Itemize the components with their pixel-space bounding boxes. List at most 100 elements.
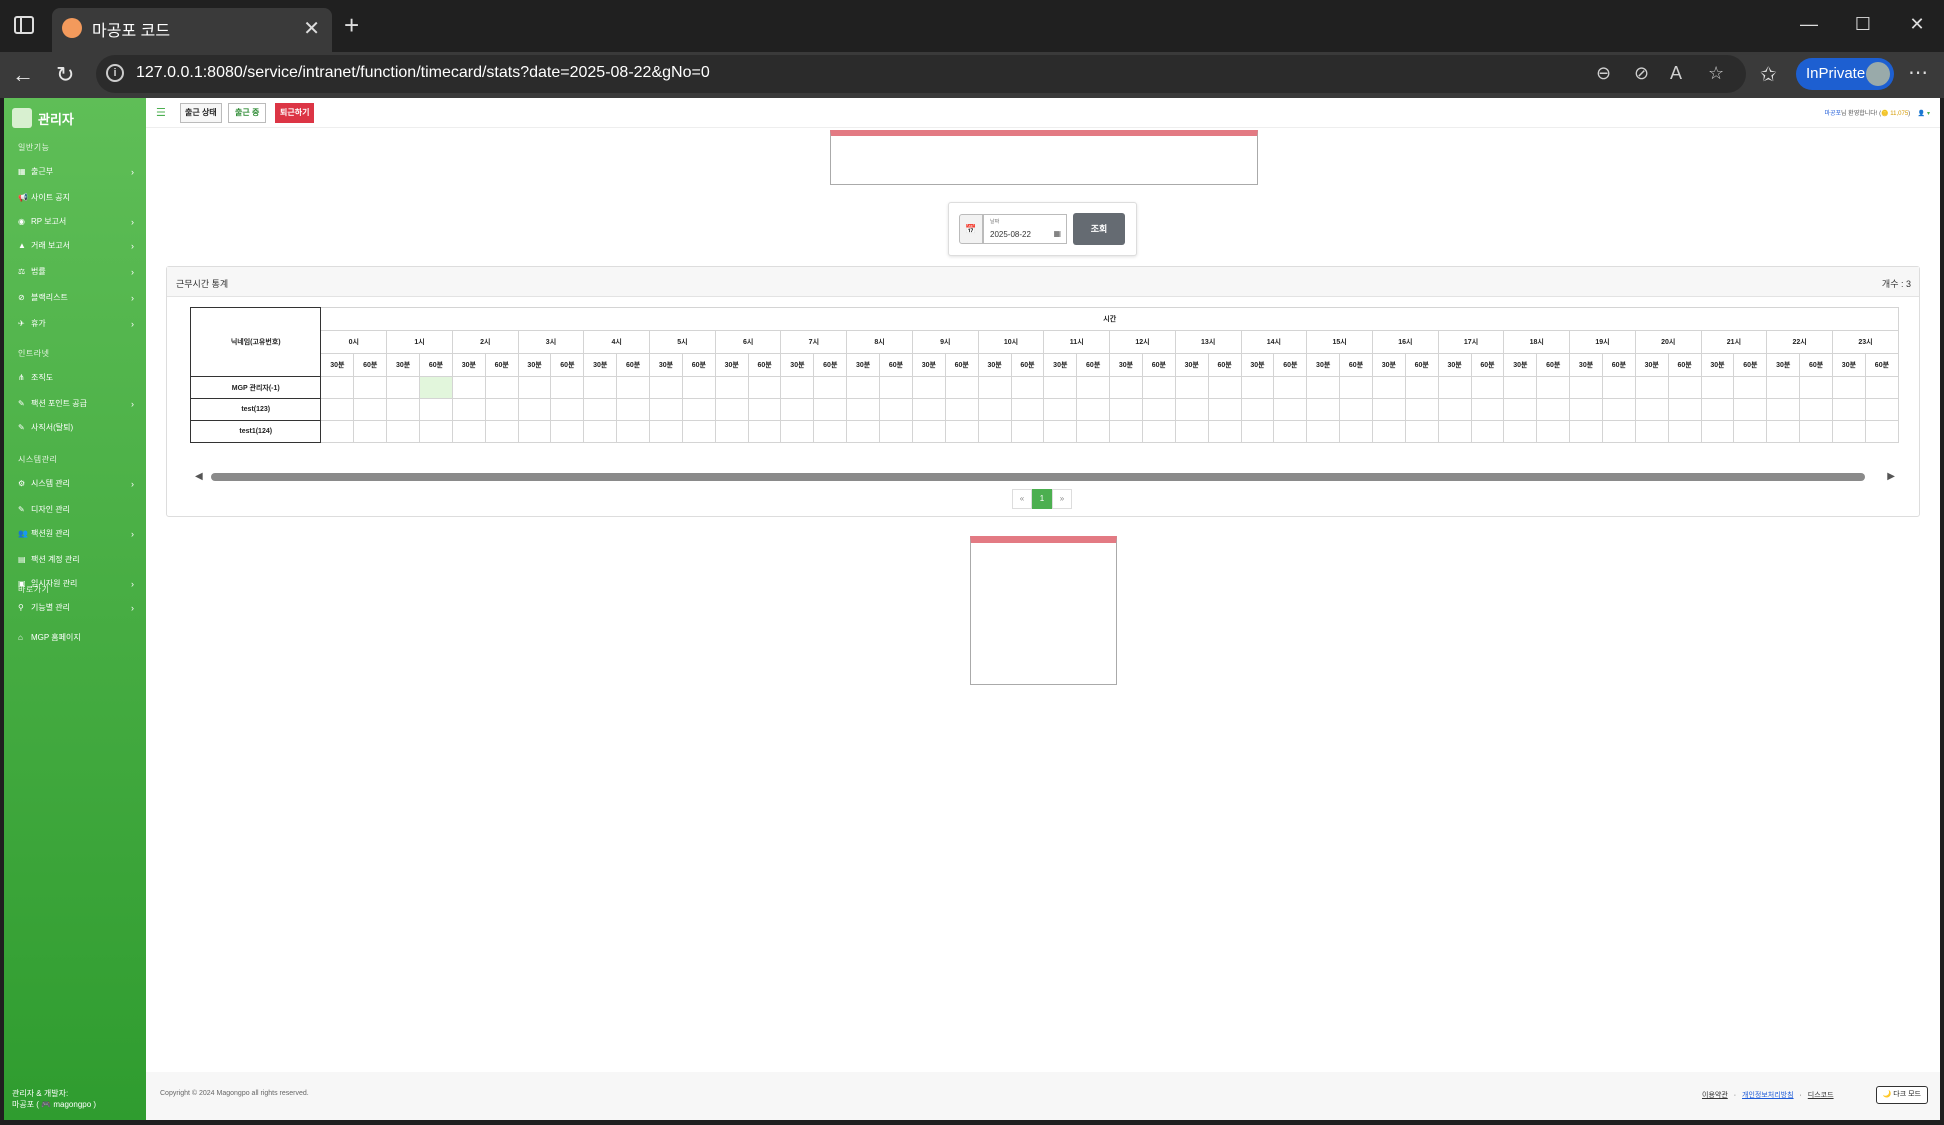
greeting-name[interactable]: 마공포: [1824, 111, 1841, 117]
minute-header: 60분: [1141, 353, 1176, 377]
ad-banner-top: [830, 130, 1258, 185]
close-window-icon[interactable]: ✕: [1890, 0, 1944, 50]
minute-header: 30분: [1634, 353, 1669, 377]
reload-icon[interactable]: ↻: [56, 62, 74, 88]
time-slot-cell: [1864, 376, 1899, 399]
page-next[interactable]: »: [1052, 489, 1072, 509]
brand-label: 관리자: [38, 111, 74, 127]
minute-header: 30분: [386, 353, 421, 377]
date-picker-icon[interactable]: ▦: [1053, 229, 1061, 238]
favorites-icon[interactable]: ✩: [1760, 62, 1777, 87]
time-slot-cell: [747, 398, 782, 421]
address-bar[interactable]: i 127.0.0.1:8080/service/intranet/functi…: [96, 55, 1746, 93]
sidebar-item[interactable]: ⋔ 조직도: [18, 372, 138, 383]
hour-header: 9시: [911, 330, 979, 354]
sidebar-item-label: 시스템 관리: [31, 479, 71, 488]
scrollbar-thumb[interactable]: [211, 473, 1865, 481]
sidebar-item[interactable]: ✈ 휴가 ›: [18, 318, 138, 329]
time-slot-cell: [1109, 376, 1143, 399]
privacy-link[interactable]: 개인정보처리방침: [1742, 1092, 1794, 1099]
horizontal-scrollbar[interactable]: ◀ ▶: [195, 469, 1895, 485]
time-slot-cell: [1043, 420, 1078, 443]
time-slot-cell: [419, 398, 453, 421]
scroll-right-icon[interactable]: ▶: [1887, 471, 1895, 482]
minute-header: 60분: [813, 353, 848, 377]
sidebar-item[interactable]: ⌂ MGP 홈페이지: [18, 632, 138, 643]
hour-header: 1시: [386, 330, 453, 354]
minute-header: 30분: [1766, 353, 1801, 377]
profile-avatar: [1866, 62, 1890, 86]
page-viewport: 관리자 일반기능 인트라넷 시스템관리 바로가기 ▦ 출근부 › 📢 사이트 공지 ◉ RP 보고서…: [4, 98, 1940, 1120]
clock-out-button[interactable]: 퇴근하기: [275, 103, 315, 123]
sidebar-item[interactable]: ✎ 디자인 관리: [18, 504, 138, 515]
site-info-icon[interactable]: i: [106, 64, 124, 82]
inprivate-badge[interactable]: InPrivate: [1796, 58, 1894, 90]
tracking-icon[interactable]: ⊘: [1634, 63, 1649, 84]
sidebar-item[interactable]: ▣ 임시자원 관리 ›: [18, 578, 138, 589]
sidebar-toggle-icon[interactable]: [14, 16, 34, 34]
discord-link[interactable]: 디스코드: [1808, 1092, 1834, 1099]
zoom-icon[interactable]: ⊖: [1596, 63, 1611, 84]
minimize-icon[interactable]: —: [1782, 0, 1836, 50]
sidebar-item[interactable]: ◉ RP 보고서 ›: [18, 216, 138, 227]
sidebar-item[interactable]: 📢 사이트 공지: [18, 192, 138, 203]
sidebar-item[interactable]: ✎ 팩션 포인트 공급 ›: [18, 398, 138, 409]
stats-table-scroll[interactable]: 닉네임(고유번호) 시간 0시 1시 2시 3시 4시 5시 6시 7시 8시 9시 10시 11시 12시…: [190, 307, 1899, 448]
time-slot-cell: [451, 398, 486, 421]
page-current[interactable]: 1: [1032, 489, 1052, 509]
user-icon[interactable]: 👤 ▾: [1918, 111, 1930, 117]
calendar-icon[interactable]: 📅: [959, 214, 983, 244]
time-slot-cell: [1634, 398, 1669, 421]
dark-mode-button[interactable]: 🌙 다크 모드: [1875, 1086, 1928, 1104]
time-slot-cell: [353, 376, 388, 399]
minute-header: 30분: [583, 353, 618, 377]
new-tab-icon[interactable]: +: [344, 10, 359, 41]
org-icon: ⋔: [18, 373, 25, 382]
time-slot-cell: [1141, 420, 1176, 443]
time-slot-cell: [616, 420, 651, 443]
minute-header: 30분: [1109, 353, 1143, 377]
time-slot-cell: [1043, 398, 1078, 421]
sidebar-item[interactable]: ⚙ 시스템 관리 ›: [18, 478, 138, 489]
back-icon[interactable]: ←: [12, 62, 34, 88]
date-input[interactable]: 날짜 2025-08-22 ▦: [983, 214, 1067, 244]
time-slot-cell: [879, 420, 913, 443]
chevron-right-icon: ›: [131, 266, 134, 277]
time-slot-cell: [1207, 398, 1242, 421]
close-tab-icon[interactable]: ✕: [303, 16, 320, 41]
sidebar-item[interactable]: ✎ 사직서(탈퇴): [18, 422, 138, 433]
sidebar-item[interactable]: ▦ 출근부 ›: [18, 166, 138, 177]
chevron-right-icon: ›: [131, 602, 134, 613]
time-slot-cell: [320, 420, 355, 443]
time-slot-cell: [977, 376, 1012, 399]
search-button[interactable]: 조회: [1073, 213, 1125, 245]
time-slot-cell: [386, 376, 421, 399]
minute-header: 60분: [681, 353, 716, 377]
read-aloud-icon[interactable]: A: [1670, 63, 1682, 84]
sidebar-item[interactable]: ⊘ 블랙리스트 ›: [18, 292, 138, 303]
time-slot-cell: [1799, 420, 1833, 443]
sidebar-item[interactable]: ⚲ 기능별 관리 ›: [18, 602, 138, 613]
maximize-icon[interactable]: ☐: [1836, 0, 1890, 50]
minute-header: 60분: [484, 353, 519, 377]
terms-link[interactable]: 이용약관: [1702, 1092, 1728, 1099]
page-prev[interactable]: «: [1012, 489, 1032, 509]
sidebar-item-label: 임시자원 관리: [31, 579, 78, 588]
sidebar-item-label: 사직서(탈퇴): [31, 423, 74, 432]
time-slot-cell: [911, 420, 946, 443]
sidebar-item[interactable]: ⚖ 법률 ›: [18, 266, 138, 277]
pen-icon: ✎: [18, 505, 25, 514]
hour-header: 20시: [1634, 330, 1702, 354]
scroll-left-icon[interactable]: ◀: [195, 471, 203, 482]
hour-header: 4시: [583, 330, 651, 354]
menu-toggle-icon[interactable]: ☰: [156, 106, 166, 119]
attendance-status-button[interactable]: 출근 상태: [180, 103, 222, 123]
sidebar-brand[interactable]: 관리자: [12, 104, 74, 132]
sidebar-item[interactable]: ▤ 팩션 계정 관리: [18, 554, 138, 565]
sidebar-item[interactable]: 👥 팩션원 관리 ›: [18, 528, 138, 539]
browser-tab[interactable]: 마공포 코드 ✕: [52, 8, 332, 52]
working-button[interactable]: 출근 중: [228, 103, 267, 123]
more-icon[interactable]: ⋯: [1908, 60, 1928, 85]
favorite-icon[interactable]: ☆: [1708, 63, 1724, 84]
sidebar-item[interactable]: ▲ 거래 보고서 ›: [18, 240, 138, 251]
